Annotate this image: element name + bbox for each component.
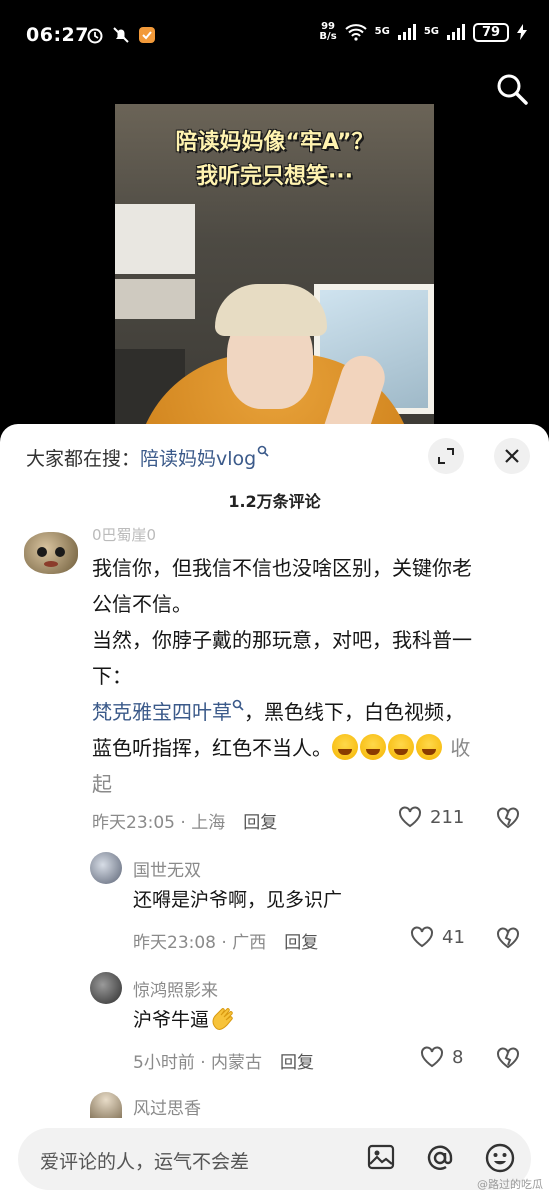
kitchen-wall xyxy=(115,279,195,319)
search-icon xyxy=(232,699,244,711)
laugh-cry-emoji-icon xyxy=(388,734,414,760)
comment-input-placeholder[interactable]: 爱评论的人，运气不会差 xyxy=(40,1147,249,1174)
status-bar: 06:27 99 B/s 5G 5G 79 xyxy=(0,0,549,70)
alarm-icon xyxy=(87,28,103,44)
reply-meta: 5小时前 · 内蒙古 回复 xyxy=(133,1048,314,1073)
kitchen-cabinet xyxy=(115,204,195,274)
person-cap xyxy=(215,284,327,336)
signal-bars-icon xyxy=(447,24,465,40)
expand-button[interactable] xyxy=(428,438,464,474)
like-button[interactable]: 211 xyxy=(398,806,464,828)
dislike-broken-heart-icon[interactable] xyxy=(496,1047,520,1069)
dislike-broken-heart-icon[interactable] xyxy=(496,807,520,829)
video-caption: 陪读妈妈像“牢A”？ 我听完只想笑··· xyxy=(175,130,374,189)
comment-time-location: 昨天23:05 · 上海 xyxy=(92,813,226,833)
reply-username[interactable]: 风过思香 xyxy=(133,1094,201,1119)
charging-icon xyxy=(517,24,527,40)
mute-bell-icon xyxy=(113,27,129,43)
expand-icon xyxy=(438,448,454,464)
heart-icon xyxy=(421,1046,443,1068)
reply-username[interactable]: 国世无双 xyxy=(133,856,201,881)
reply-meta: 昨天23:08 · 广西 回复 xyxy=(133,928,318,953)
comment-meta: 昨天23:05 · 上海 回复 xyxy=(92,808,277,833)
search-icon[interactable] xyxy=(495,72,529,106)
reply-time-location: 昨天23:08 · 广西 xyxy=(133,933,267,953)
like-count: 211 xyxy=(430,806,465,828)
avatar[interactable] xyxy=(24,532,78,574)
like-button[interactable]: 8 xyxy=(420,1046,463,1068)
heart-icon xyxy=(411,926,433,948)
reply-item: 国世无双 还嘚是沪爷啊，见多识广 昨天23:08 · 广西 回复 41 xyxy=(0,846,549,956)
avatar[interactable] xyxy=(90,1092,122,1118)
emoji-icon[interactable] xyxy=(484,1142,516,1174)
signal-bars-icon xyxy=(397,24,416,40)
signal-5g-1: 5G xyxy=(374,26,390,37)
mention-at-icon[interactable] xyxy=(424,1142,456,1174)
collapse-link[interactable]: 收 xyxy=(450,736,470,760)
battery-level: 79 xyxy=(473,22,509,42)
heart-icon xyxy=(399,806,421,828)
reply-button[interactable]: 回复 xyxy=(280,1053,314,1073)
network-speed: 99 B/s xyxy=(319,21,337,42)
comment-text: 我信你，但我信不信也没啥区别，关键你老 公信不信。 当然，你脖子戴的那玩意，对吧… xyxy=(92,550,532,802)
dislike-broken-heart-icon[interactable] xyxy=(496,927,520,949)
comment-count: 1.2万条评论 xyxy=(228,492,321,511)
video-player[interactable]: 陪读妈妈像“牢A”？ 我听完只想笑··· xyxy=(115,104,434,444)
laugh-cry-emoji-icon xyxy=(416,734,442,760)
reply-text: 沪爷牛逼 xyxy=(133,1002,237,1038)
like-count: 8 xyxy=(452,1046,464,1068)
reply-username[interactable]: 惊鸿照影来 xyxy=(133,976,218,1001)
reply-button[interactable]: 回复 xyxy=(284,933,318,953)
status-time: 06:27 xyxy=(26,24,89,46)
laugh-cry-emoji-icon xyxy=(360,734,386,760)
avatar[interactable] xyxy=(90,852,122,884)
reply-item: 风过思香 xyxy=(0,1088,549,1119)
comment-username[interactable]: 0巴蜀崖0 xyxy=(92,524,156,545)
app-notification-icon xyxy=(139,27,155,43)
reply-time-location: 5小时前 · 内蒙古 xyxy=(133,1053,263,1073)
laugh-cry-emoji-icon xyxy=(332,734,358,760)
trending-search-link[interactable]: 陪读妈妈vlog xyxy=(140,448,256,470)
avatar[interactable] xyxy=(90,972,122,1004)
comment-input-bar[interactable]: 爱评论的人，运气不会差 xyxy=(18,1128,531,1190)
comment-sheet: 大家都在搜：陪读妈妈vlog 1.2万条评论 0巴蜀崖0 我信你，但我信不信也没… xyxy=(0,424,549,1200)
signal-5g-2: 5G xyxy=(423,26,439,37)
like-count: 41 xyxy=(442,926,465,948)
trending-search: 大家都在搜：陪读妈妈vlog xyxy=(26,444,269,471)
comment-keyword-link[interactable]: 梵克雅宝四叶草 xyxy=(92,700,232,724)
wifi-icon xyxy=(344,24,367,41)
reply-text: 还嘚是沪爷啊，见多识广 xyxy=(133,889,343,911)
close-button[interactable] xyxy=(494,438,530,474)
reply-item: 惊鸿照影来 沪爷牛逼 5小时前 · 内蒙古 回复 8 xyxy=(0,966,549,1076)
clap-emoji-icon xyxy=(212,1008,233,1030)
search-icon xyxy=(257,445,269,457)
avatar-face-icon xyxy=(37,547,65,567)
like-button[interactable]: 41 xyxy=(410,926,465,948)
image-icon[interactable] xyxy=(366,1142,396,1172)
trending-search-prefix: 大家都在搜： xyxy=(26,448,141,470)
collapse-link-tail[interactable]: 起 xyxy=(92,766,532,802)
watermark: @路过的吃瓜 xyxy=(477,1178,543,1191)
close-icon xyxy=(505,449,519,463)
comment-item: 0巴蜀崖0 我信你，但我信不信也没啥区别，关键你老 公信不信。 当然，你脖子戴的… xyxy=(0,520,549,850)
reply-button[interactable]: 回复 xyxy=(243,813,277,833)
